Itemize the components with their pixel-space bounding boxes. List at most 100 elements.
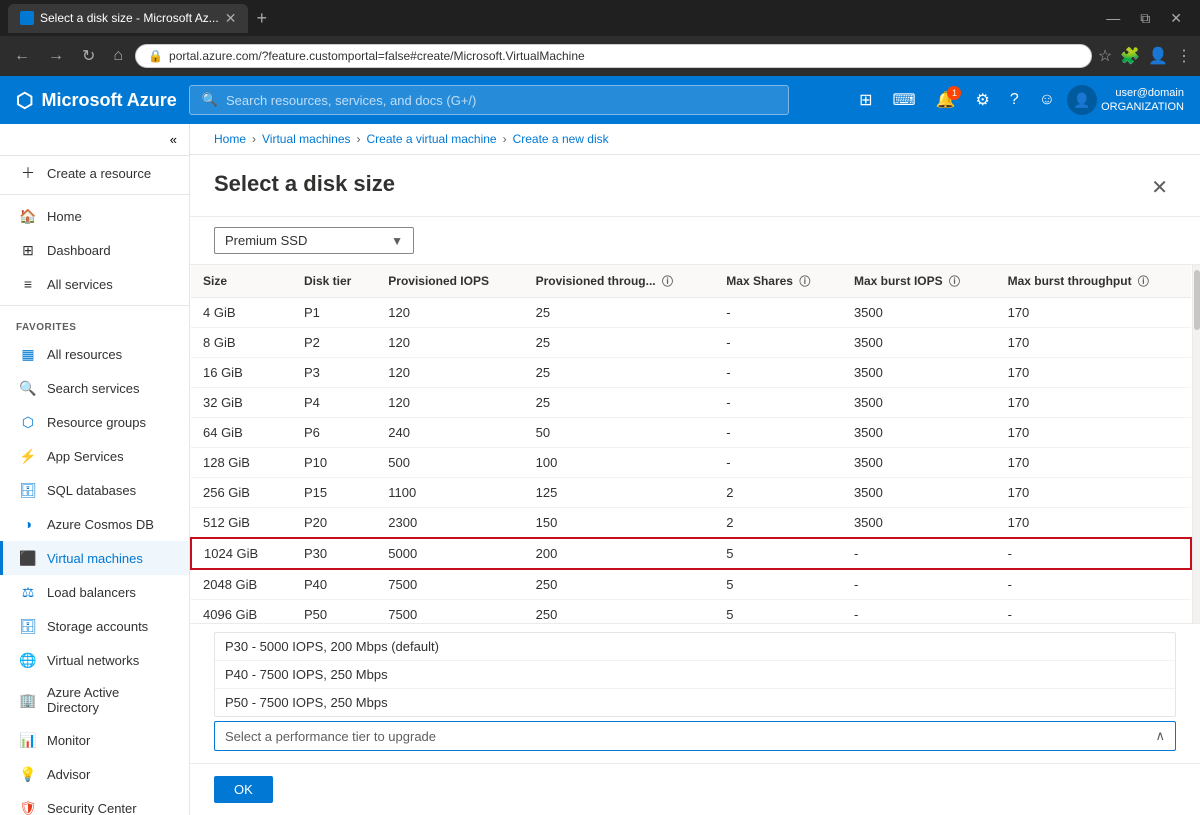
minimize-button[interactable]: — — [1096, 6, 1130, 31]
search-input[interactable] — [226, 93, 776, 108]
scroll-thumb[interactable] — [1194, 270, 1200, 330]
search-bar[interactable]: 🔍 — [189, 85, 789, 115]
cloud-shell-button[interactable]: ⌨ — [884, 84, 923, 116]
sidebar-sql-databases-label: SQL databases — [47, 483, 136, 498]
sidebar-item-cosmos-db[interactable]: ◑ Azure Cosmos DB — [0, 507, 189, 541]
cell-burst-iops: - — [842, 538, 996, 569]
breadcrumb-create-disk[interactable]: Create a new disk — [513, 132, 609, 146]
table-row[interactable]: 32 GiB P4 120 25 - 3500 170 — [191, 388, 1191, 418]
table-row[interactable]: 256 GiB P15 1100 125 2 3500 170 — [191, 478, 1191, 508]
home-button[interactable]: ⌂ — [107, 43, 129, 69]
cell-throughput: 100 — [524, 448, 715, 478]
cell-tier: P3 — [292, 358, 376, 388]
refresh-button[interactable]: ↻ — [76, 42, 101, 70]
sidebar-item-app-services[interactable]: ⚡ App Services — [0, 439, 189, 473]
maximize-button[interactable]: ⧉ — [1130, 6, 1160, 31]
breadcrumb-virtual-machines[interactable]: Virtual machines — [262, 132, 351, 146]
back-button[interactable]: ← — [8, 43, 36, 69]
forward-button[interactable]: → — [42, 43, 70, 69]
sidebar-item-storage-accounts[interactable]: 🗄 Storage accounts — [0, 609, 189, 643]
sidebar-app-services-label: App Services — [47, 449, 124, 464]
portal-menu-button[interactable]: ⊞ — [851, 84, 880, 116]
sidebar-item-home[interactable]: 🏠 Home — [0, 199, 189, 233]
user-avatar[interactable]: 👤 — [1067, 85, 1097, 115]
panel-close-button[interactable]: ✕ — [1143, 171, 1176, 204]
address-bar[interactable]: 🔒 portal.azure.com/?feature.customportal… — [135, 44, 1092, 68]
sidebar-all-services-label: All services — [47, 277, 113, 292]
table-header-row: Size Disk tier Provisioned IOPS Provisio… — [191, 265, 1191, 298]
more-options-button[interactable]: ⋮ — [1176, 46, 1192, 66]
plus-icon: ＋ — [19, 164, 37, 182]
sidebar-item-virtual-machines[interactable]: ⬛ Virtual machines — [0, 541, 189, 575]
cell-tier: P4 — [292, 388, 376, 418]
cell-burst-throughput: - — [996, 538, 1191, 569]
cosmos-db-icon: ◑ — [19, 515, 37, 533]
browser-tab[interactable]: Select a disk size - Microsoft Az... ✕ — [8, 4, 248, 33]
table-container[interactable]: Size Disk tier Provisioned IOPS Provisio… — [190, 265, 1192, 623]
cell-tier: P2 — [292, 328, 376, 358]
sidebar-virtual-networks-label: Virtual networks — [47, 653, 139, 668]
close-window-button[interactable]: ✕ — [1160, 6, 1192, 31]
sidebar-item-search-services[interactable]: 🔍 Search services — [0, 371, 189, 405]
sidebar-item-monitor[interactable]: 📊 Monitor — [0, 723, 189, 757]
resource-groups-icon: ⬡ — [19, 413, 37, 431]
cell-burst-throughput: 170 — [996, 328, 1191, 358]
col-throughput-info-icon: ⓘ — [662, 276, 673, 288]
feedback-button[interactable]: ☺ — [1031, 85, 1063, 115]
cell-max-shares: - — [714, 328, 842, 358]
bookmark-button[interactable]: ☆ — [1098, 46, 1112, 66]
disk-table-body: 4 GiB P1 120 25 - 3500 170 8 GiB P2 120 … — [191, 298, 1191, 624]
table-row[interactable]: 64 GiB P6 240 50 - 3500 170 — [191, 418, 1191, 448]
sidebar-item-create-resource[interactable]: ＋ Create a resource — [0, 156, 189, 190]
table-row[interactable]: 8 GiB P2 120 25 - 3500 170 — [191, 328, 1191, 358]
filter-row: Premium SSD ▼ — [190, 217, 1200, 265]
disk-type-dropdown[interactable]: Premium SSD ▼ — [214, 227, 414, 254]
col-burst-iops-info-icon: ⓘ — [949, 276, 960, 288]
breadcrumb-sep-2: › — [357, 132, 361, 146]
sidebar-resource-groups-label: Resource groups — [47, 415, 146, 430]
sidebar-collapse-button[interactable]: « — [0, 124, 189, 156]
table-row[interactable]: 4 GiB P1 120 25 - 3500 170 — [191, 298, 1191, 328]
notifications-button[interactable]: 🔔 1 — [928, 84, 964, 116]
table-row[interactable]: 512 GiB P20 2300 150 2 3500 170 — [191, 508, 1191, 539]
breadcrumb-create-vm[interactable]: Create a virtual machine — [367, 132, 497, 146]
table-row[interactable]: 2048 GiB P40 7500 250 5 - - — [191, 569, 1191, 600]
user-profile-button[interactable]: 👤 — [1148, 46, 1168, 66]
sidebar-item-load-balancers[interactable]: ⚖ Load balancers — [0, 575, 189, 609]
sidebar-item-dashboard[interactable]: ⊞ Dashboard — [0, 233, 189, 267]
settings-button[interactable]: ⚙ — [967, 84, 997, 116]
sidebar-item-sql-databases[interactable]: 🗄 SQL databases — [0, 473, 189, 507]
sidebar-item-virtual-networks[interactable]: 🌐 Virtual networks — [0, 643, 189, 677]
new-tab-button[interactable]: + — [256, 8, 267, 29]
table-row[interactable]: 16 GiB P3 120 25 - 3500 170 — [191, 358, 1191, 388]
sidebar-cosmos-db-label: Azure Cosmos DB — [47, 517, 154, 532]
sidebar-item-all-resources[interactable]: ▦ All resources — [0, 337, 189, 371]
col-burst-throughput-info-icon: ⓘ — [1138, 276, 1149, 288]
perf-tier-option-3: P50 - 7500 IOPS, 250 Mbps — [215, 689, 1175, 716]
cell-max-shares: 5 — [714, 600, 842, 624]
extensions-button[interactable]: 🧩 — [1120, 46, 1140, 66]
col-max-shares: Max Shares ⓘ — [714, 265, 842, 298]
home-icon: 🏠 — [19, 207, 37, 225]
perf-tier-select[interactable]: Select a performance tier to upgrade ∧ — [214, 721, 1176, 751]
action-row: OK — [190, 763, 1200, 815]
sidebar-dashboard-label: Dashboard — [47, 243, 111, 258]
sidebar-item-security-center[interactable]: 🛡 Security Center — [0, 791, 189, 815]
sidebar-item-resource-groups[interactable]: ⬡ Resource groups — [0, 405, 189, 439]
table-row[interactable]: 1024 GiB P30 5000 200 5 - - — [191, 538, 1191, 569]
virtual-machines-icon: ⬛ — [19, 549, 37, 567]
ok-button[interactable]: OK — [214, 776, 273, 803]
browser-actions: ☆ 🧩 👤 ⋮ — [1098, 46, 1192, 66]
sidebar-item-azure-ad[interactable]: 🏢 Azure Active Directory — [0, 677, 189, 723]
table-row[interactable]: 128 GiB P10 500 100 - 3500 170 — [191, 448, 1191, 478]
sidebar-item-advisor[interactable]: 💡 Advisor — [0, 757, 189, 791]
tab-close-button[interactable]: ✕ — [225, 10, 237, 27]
help-button[interactable]: ? — [1002, 85, 1027, 115]
table-row[interactable]: 4096 GiB P50 7500 250 5 - - — [191, 600, 1191, 624]
breadcrumb-home[interactable]: Home — [214, 132, 246, 146]
cell-throughput: 150 — [524, 508, 715, 539]
cell-throughput: 250 — [524, 569, 715, 600]
cell-burst-iops: 3500 — [842, 358, 996, 388]
sidebar-item-all-services[interactable]: ≡ All services — [0, 267, 189, 301]
cell-iops: 120 — [376, 298, 523, 328]
